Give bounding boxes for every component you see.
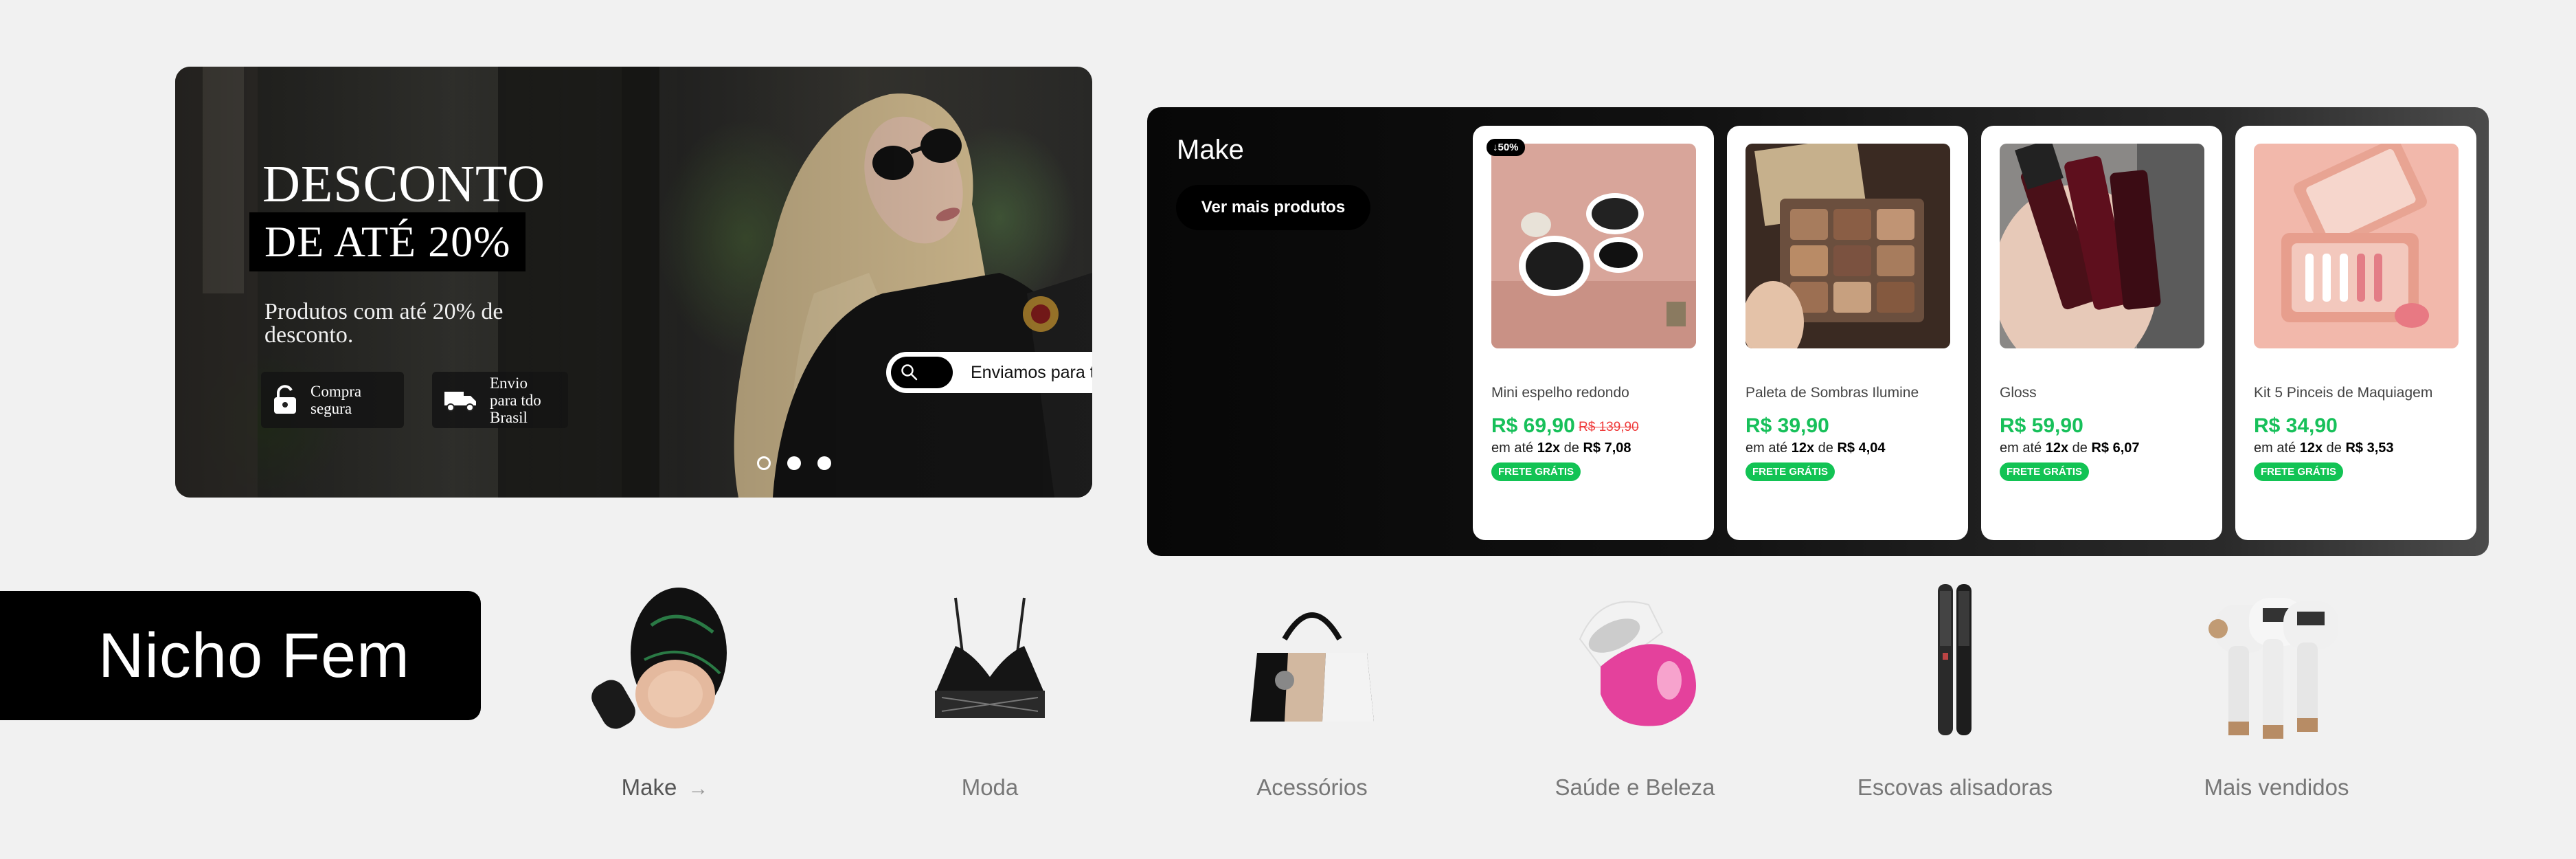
free-shipping-badge: FRETE GRÁTIS	[1745, 462, 1835, 481]
product-name[interactable]: Paleta de Sombras Ilumine	[1745, 385, 1919, 401]
epilator-image	[1579, 601, 1696, 726]
see-more-products-button[interactable]: Ver mais produtos	[1176, 185, 1370, 230]
installment-info: em até 12x de R$ 4,04	[1745, 440, 1886, 456]
cushion-foundation-image	[591, 588, 727, 729]
hero-subtitle: Produtos com até 20% de desconto.	[264, 299, 504, 348]
carousel-dot-3[interactable]	[817, 456, 831, 470]
product-card[interactable]: Gloss R$ 59,90 em até 12x de R$ 6,07 FRE…	[1981, 126, 2222, 540]
product-image[interactable]	[2254, 144, 2459, 348]
hero-title: DESCONTO	[262, 155, 545, 213]
product-name[interactable]: Mini espelho redondo	[1491, 385, 1629, 401]
handbag-image	[1250, 612, 1374, 722]
category-label: Moda	[961, 774, 1019, 800]
product-image[interactable]	[1491, 144, 1696, 348]
product-name[interactable]: Gloss	[2000, 385, 2037, 401]
free-shipping-badge: FRETE GRÁTIS	[2000, 462, 2090, 481]
arrow-right-icon: →	[688, 777, 709, 800]
ipl-device-image	[2208, 598, 2338, 739]
panel-title: Make	[1177, 135, 1244, 165]
bra-image	[935, 597, 1045, 718]
round-mirror-image	[1491, 144, 1696, 348]
category-label: Saúde e Beleza	[1555, 774, 1715, 800]
product-price: R$ 39,90	[1745, 414, 1829, 437]
carousel-dot-2[interactable]	[787, 456, 801, 470]
product-card[interactable]: ↓50% Mini espelho redondo R$ 69,90 R$ 13…	[1473, 126, 1714, 540]
product-image[interactable]	[2000, 144, 2204, 348]
hero-overlay	[175, 67, 1092, 498]
product-price: R$ 69,90	[1491, 414, 1575, 437]
free-shipping-badge: FRETE GRÁTIS	[2254, 462, 2344, 481]
shipping-label: Envio para tdo Brasil	[490, 374, 541, 426]
category-label: Acessórios	[1256, 774, 1368, 800]
product-name[interactable]: Kit 5 Pinceis de Maquiagem	[2254, 385, 2432, 401]
makeup-brush-kit-image	[2254, 144, 2459, 348]
installment-info: em até 12x de R$ 7,08	[1491, 440, 1631, 456]
make-products-panel: Make Ver mais produtos ↓50% Mini espelho…	[1147, 107, 2489, 556]
category-label: Make →	[621, 774, 709, 800]
category-label: Escovas alisadoras	[1857, 774, 2053, 800]
product-card[interactable]: Kit 5 Pinceis de Maquiagem R$ 34,90 em a…	[2235, 126, 2476, 540]
product-old-price: R$ 139,90	[1579, 420, 1639, 434]
truck-icon	[444, 392, 476, 412]
search-button[interactable]	[891, 357, 953, 388]
product-price: R$ 34,90	[2254, 414, 2338, 437]
product-price: R$ 59,90	[2000, 414, 2083, 437]
discount-badge: ↓50%	[1487, 139, 1525, 156]
secure-purchase-badge: Compra segura	[261, 372, 404, 428]
lip-gloss-image	[2000, 144, 2204, 348]
installment-info: em até 12x de R$ 3,53	[2254, 440, 2394, 456]
section-title: Nicho Fem	[98, 620, 410, 691]
straightening-brush-image	[1938, 584, 1971, 735]
hero-title-highlight: DE ATÉ 20%	[249, 212, 526, 271]
section-title-banner: Nicho Fem	[0, 591, 481, 720]
free-shipping-badge: FRETE GRÁTIS	[1491, 462, 1581, 481]
shipping-badge: Envio para tdo Brasil	[432, 372, 568, 428]
eyeshadow-palette-image	[1745, 144, 1950, 348]
shipping-pill-text: Enviamos para t	[971, 362, 1092, 382]
category-label: Mais vendidos	[2204, 774, 2349, 800]
search-icon	[901, 364, 918, 381]
carousel-dots	[757, 456, 831, 470]
shipping-search-pill[interactable]: Enviamos para t	[886, 352, 1092, 393]
secure-purchase-label: Compra segura	[310, 383, 362, 417]
carousel-dot-1[interactable]	[757, 456, 771, 470]
unlock-icon	[274, 385, 296, 414]
product-card[interactable]: Paleta de Sombras Ilumine R$ 39,90 em at…	[1727, 126, 1968, 540]
product-image[interactable]	[1745, 144, 1950, 348]
installment-info: em até 12x de R$ 6,07	[2000, 440, 2140, 456]
hero-banner[interactable]: DESCONTO DE ATÉ 20% Produtos com até 20%…	[175, 67, 1092, 498]
